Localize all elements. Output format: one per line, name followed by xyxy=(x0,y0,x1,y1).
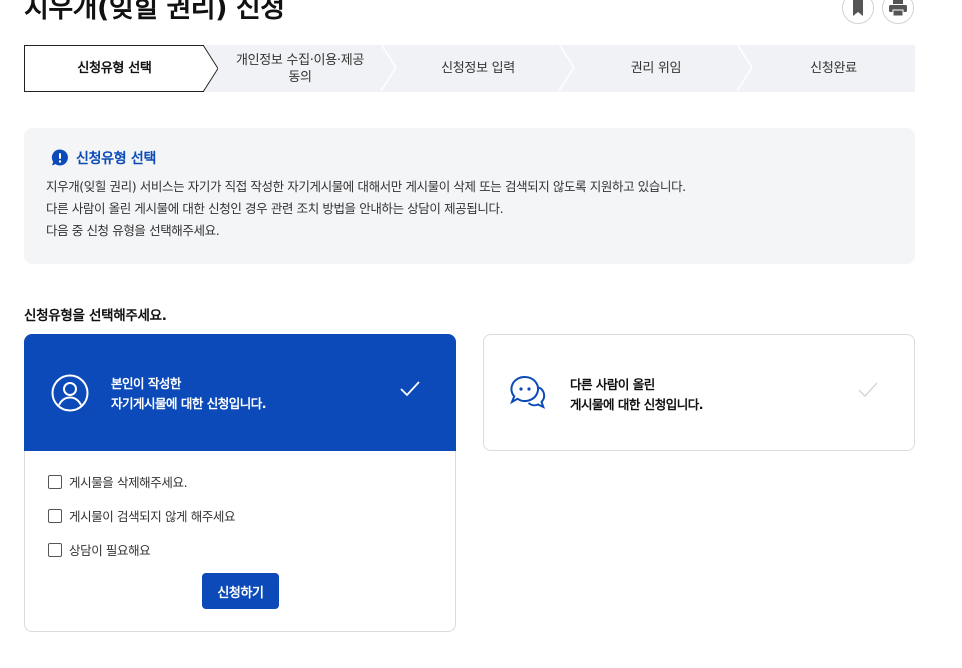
checkbox[interactable] xyxy=(48,508,62,523)
user-icon xyxy=(51,374,89,412)
bookmark-button[interactable] xyxy=(842,0,874,24)
page-title: 지우개(잊힐 권리) 신청 xyxy=(24,0,285,24)
print-button[interactable] xyxy=(882,0,914,24)
info-box: 신청유형 선택 지우개(잊힐 권리) 서비스는 자기가 직접 작성한 자기게시물… xyxy=(24,128,915,264)
chat-bubbles-icon xyxy=(510,375,546,409)
section-label: 신청유형을 선택해주세요. xyxy=(24,308,167,324)
info-description: 지우개(잊힐 권리) 서비스는 자기가 직접 작성한 자기게시물에 대해서만 게… xyxy=(46,176,893,242)
info-line: 다른 사람이 올린 게시물에 대한 신청인 경우 관련 조치 방법을 안내하는 … xyxy=(46,201,504,216)
step-arrow-icon xyxy=(203,45,218,92)
submit-button[interactable]: 신청하기 xyxy=(202,573,279,609)
info-line: 지우개(잊힐 권리) 서비스는 자기가 직접 작성한 자기게시물에 대해서만 게… xyxy=(46,179,686,194)
step-label: 개인정보 수집·이용·제공 동의 xyxy=(235,52,365,85)
step-label: 권리 위임 xyxy=(630,61,682,76)
step-arrow-icon xyxy=(737,44,752,91)
step-arrow-icon xyxy=(559,44,574,91)
step-input-info: 신청정보 입력 xyxy=(382,44,574,92)
check-icon xyxy=(858,382,878,398)
option-consult[interactable]: 상담이 필요해요 xyxy=(48,540,151,559)
card-text: 다른 사람이 올린 게시물에 대한 신청입니다. xyxy=(570,377,703,412)
step-consent: 개인정보 수집·이용·제공 동의 xyxy=(204,44,396,92)
card-text: 본인이 작성한 자기게시물에 대한 신청입니다. xyxy=(111,376,266,411)
type-card-other[interactable]: 다른 사람이 올린 게시물에 대한 신청입니다. xyxy=(483,334,915,451)
step-complete: 신청완료 xyxy=(738,45,915,92)
info-bubble-icon xyxy=(51,149,68,166)
bookmark-icon xyxy=(853,0,863,16)
info-title: 신청유형 선택 xyxy=(50,148,893,168)
step-label: 신청정보 입력 xyxy=(441,61,515,76)
type-card-self[interactable]: 본인이 작성한 자기게시물에 대한 신청입니다. xyxy=(24,334,456,451)
check-icon xyxy=(400,381,420,397)
step-delegation: 권리 위임 xyxy=(560,44,752,92)
step-label: 신청완료 xyxy=(810,61,857,76)
checkbox[interactable] xyxy=(48,474,62,489)
step-select-type: 신청유형 선택 xyxy=(24,45,218,92)
checkbox[interactable] xyxy=(48,542,62,557)
option-hide-search[interactable]: 게시물이 검색되지 않게 해주세요 xyxy=(48,506,236,525)
option-delete[interactable]: 게시물을 삭제해주세요. xyxy=(48,472,188,491)
options-panel: 게시물을 삭제해주세요. 게시물이 검색되지 않게 해주세요 상담이 필요해요 … xyxy=(24,451,456,632)
step-label: 신청유형 선택 xyxy=(77,61,152,76)
step-arrow-icon xyxy=(381,44,396,91)
progress-stepper: 신청유형 선택 개인정보 수집·이용·제공 동의 신청정보 입력 권리 위임 신… xyxy=(24,44,915,92)
info-line: 다음 중 신청 유형을 선택해주세요. xyxy=(46,223,220,238)
printer-icon xyxy=(889,0,907,16)
